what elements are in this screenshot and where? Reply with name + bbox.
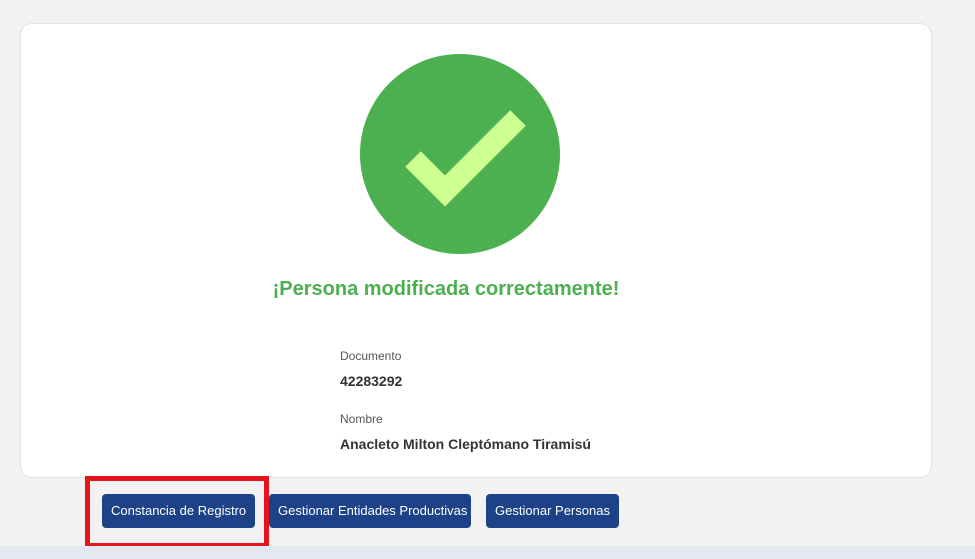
- page: ¡Persona modificada correctamente! Docum…: [0, 0, 975, 559]
- nombre-value: Anacleto Milton Cleptómano Tiramisú: [340, 436, 591, 452]
- documento-label: Documento: [340, 349, 402, 363]
- nombre-label: Nombre: [340, 412, 383, 426]
- bottom-bar: [0, 546, 975, 559]
- constancia-de-registro-button[interactable]: Constancia de Registro: [102, 494, 255, 528]
- gestionar-personas-button[interactable]: Gestionar Personas: [486, 494, 619, 528]
- gestionar-entidades-productivas-button[interactable]: Gestionar Entidades Productivas: [269, 494, 471, 528]
- documento-value: 42283292: [340, 373, 403, 389]
- success-check-icon: [360, 54, 560, 254]
- success-card: ¡Persona modificada correctamente! Docum…: [20, 23, 932, 478]
- success-message: ¡Persona modificada correctamente!: [272, 278, 620, 300]
